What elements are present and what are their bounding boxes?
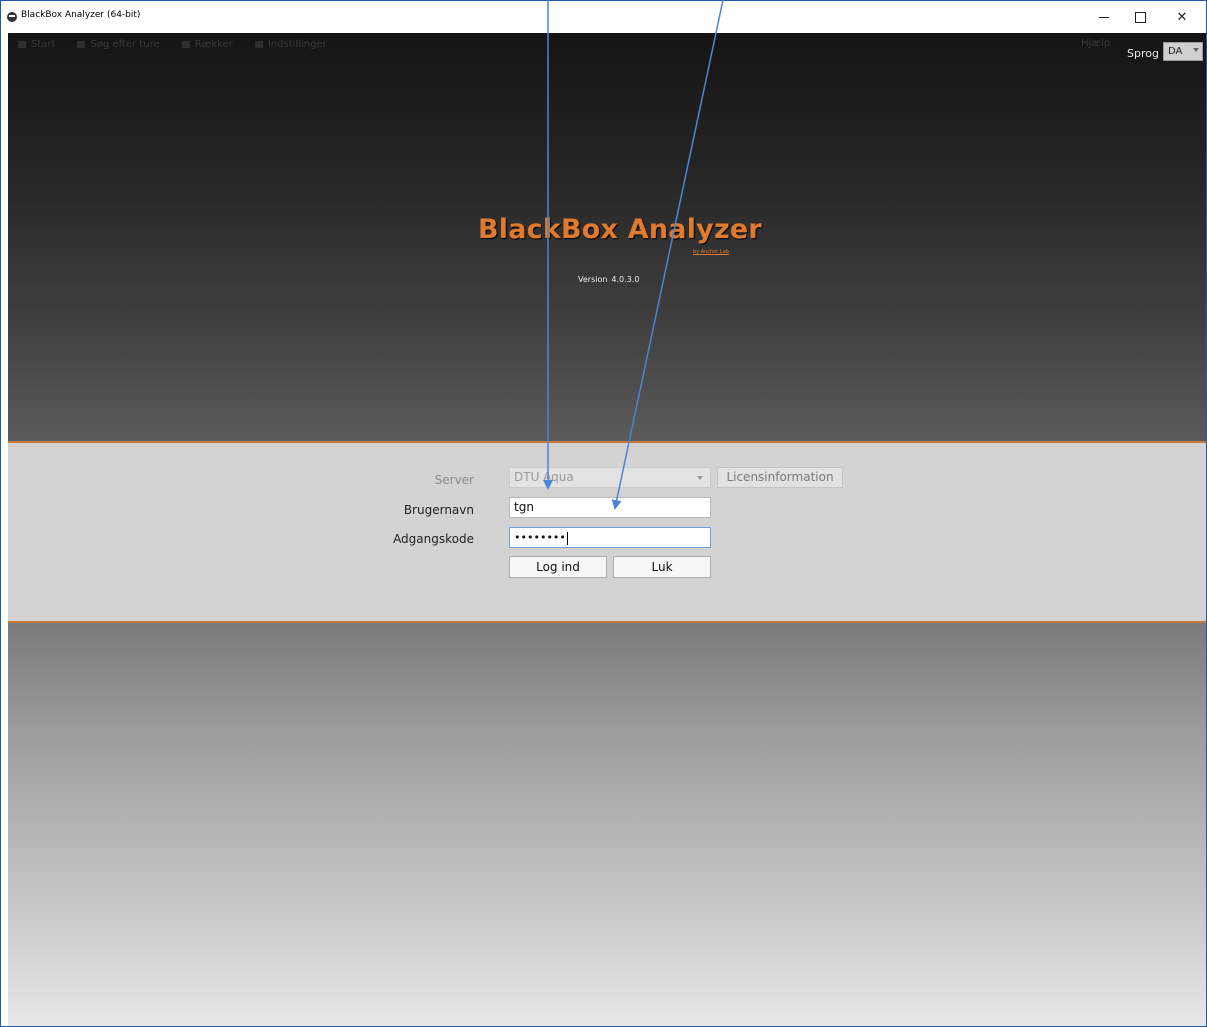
license-info-button[interactable]: Licensinformation bbox=[717, 467, 843, 488]
background-area bbox=[8, 623, 1206, 1026]
app-logo: BlackBox Analyzer bbox=[478, 214, 762, 245]
version-label: Version bbox=[578, 275, 608, 284]
nav-label: Start bbox=[31, 39, 56, 50]
login-panel: Server DTU Aqua Licensinformation Bruger… bbox=[8, 443, 1206, 621]
close-icon: ✕ bbox=[1176, 9, 1188, 25]
login-button[interactable]: Log ind bbox=[509, 556, 607, 578]
chevron-down-icon bbox=[697, 476, 703, 480]
maximize-button[interactable] bbox=[1122, 1, 1158, 33]
username-label: Brugernavn bbox=[403, 503, 474, 517]
help-link[interactable]: Hjælp bbox=[1081, 38, 1110, 49]
list-icon bbox=[181, 41, 190, 48]
chevron-down-icon bbox=[1193, 48, 1199, 52]
version-number: 4.0.3.0 bbox=[611, 275, 640, 284]
logo-byline[interactable]: by Anchor Lab bbox=[693, 249, 729, 255]
nav-item-start[interactable]: Start bbox=[18, 39, 55, 50]
password-label: Adgangskode bbox=[393, 532, 474, 546]
version-text: Version 4.0.3.0 bbox=[578, 275, 639, 284]
title-bar: BlackBox Analyzer (64-bit) ✕ bbox=[1, 1, 1206, 33]
app-icon bbox=[7, 12, 17, 22]
maximize-icon bbox=[1134, 11, 1146, 23]
nav-label: Indstillinger bbox=[267, 39, 327, 50]
header-hero: Start Søg efter ture Rækker Indstillinge… bbox=[8, 33, 1206, 442]
window-title: BlackBox Analyzer (64-bit) bbox=[21, 10, 141, 20]
app-window: BlackBox Analyzer (64-bit) ✕ Start Søg e… bbox=[0, 0, 1207, 1027]
nav-item-settings[interactable]: Indstillinger bbox=[254, 39, 327, 50]
username-input[interactable]: tgn bbox=[509, 497, 711, 518]
password-value: •••••••• bbox=[514, 531, 566, 544]
text-cursor bbox=[566, 531, 568, 545]
language-value: DA bbox=[1168, 46, 1183, 57]
language-label: Sprog bbox=[1127, 47, 1159, 60]
minimize-button[interactable] bbox=[1086, 1, 1122, 33]
minimize-icon bbox=[1099, 16, 1109, 18]
close-button[interactable]: Luk bbox=[613, 556, 711, 578]
nav-item-search-trips[interactable]: Søg efter ture bbox=[77, 39, 160, 50]
wrench-icon bbox=[254, 41, 263, 48]
password-input[interactable]: •••••••• bbox=[509, 527, 711, 548]
server-label: Server bbox=[434, 473, 474, 487]
close-window-button[interactable]: ✕ bbox=[1164, 1, 1200, 33]
top-navigation: Start Søg efter ture Rækker Indstillinge… bbox=[18, 39, 327, 50]
server-value: DTU Aqua bbox=[514, 470, 574, 484]
nav-label: Søg efter ture bbox=[90, 39, 160, 50]
nav-item-series[interactable]: Rækker bbox=[181, 39, 233, 50]
home-icon bbox=[18, 41, 26, 48]
language-select[interactable]: DA bbox=[1163, 42, 1203, 61]
server-select[interactable]: DTU Aqua bbox=[509, 467, 711, 488]
nav-label: Rækker bbox=[194, 39, 233, 50]
search-icon bbox=[77, 41, 86, 48]
